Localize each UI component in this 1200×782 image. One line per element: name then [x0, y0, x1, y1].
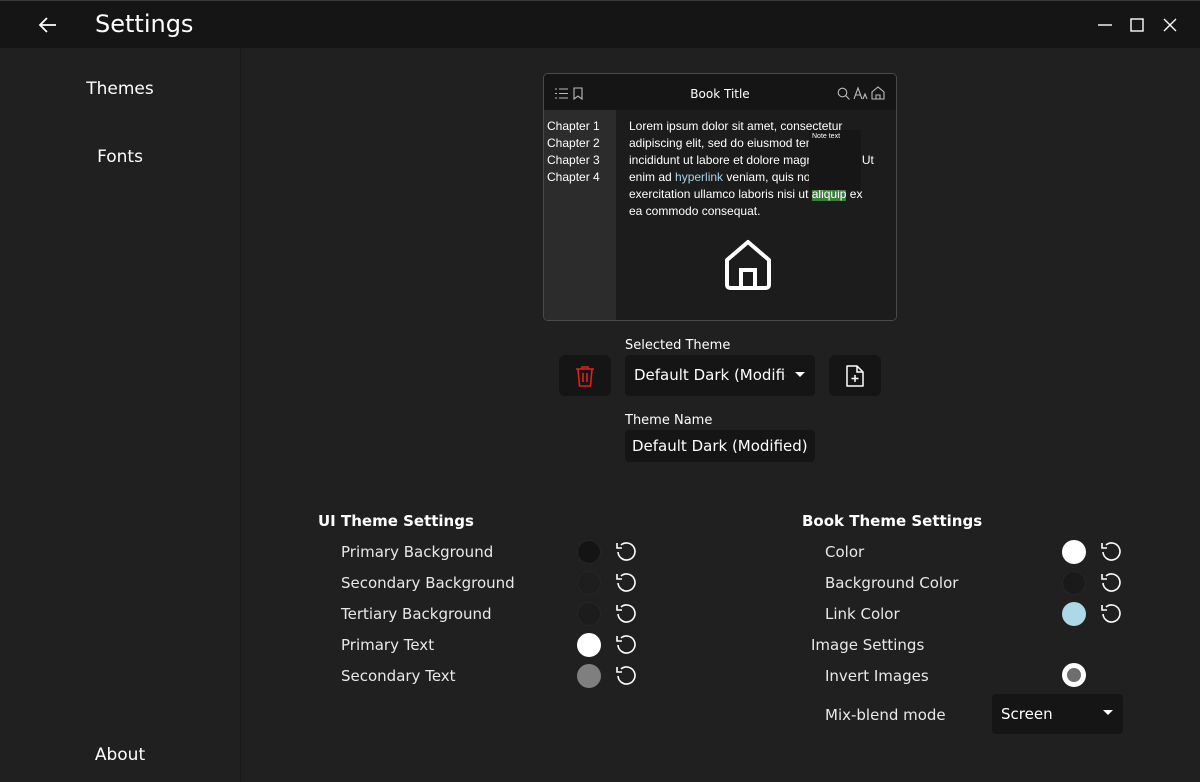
chapter-item: Chapter 4 — [547, 170, 600, 184]
new-theme-button[interactable] — [829, 355, 881, 396]
secondary-text-label: Secondary Text — [341, 667, 456, 685]
invert-images-label: Invert Images — [825, 667, 929, 685]
reset-icon — [616, 542, 636, 561]
maximize-icon — [1130, 18, 1144, 32]
tertiary-background-label: Tertiary Background — [341, 605, 492, 623]
home-icon — [871, 86, 885, 100]
sidebar-item-themes[interactable]: Themes — [0, 79, 240, 99]
home-icon — [725, 240, 771, 290]
sidebar-item-about[interactable]: About — [0, 745, 240, 765]
primary-background-swatch[interactable] — [577, 540, 601, 564]
mix-blend-mode-value: Screen — [1001, 705, 1053, 723]
theme-name-input[interactable]: Default Dark (Modified) — [625, 430, 815, 462]
primary-text-swatch[interactable] — [577, 633, 601, 657]
preview-note-popup: Note text — [809, 130, 861, 190]
preview-chapter-list: Chapter 1 Chapter 2 Chapter 3 Chapter 4 — [544, 110, 616, 320]
theme-select-value: Default Dark (Modified) — [634, 366, 786, 384]
tertiary-background-swatch[interactable] — [577, 602, 601, 626]
reset-icon — [1101, 542, 1121, 561]
invert-images-toggle[interactable] — [1062, 663, 1086, 687]
window-title: Settings — [95, 10, 194, 38]
font-size-icon — [853, 86, 868, 100]
sidebar: Themes Fonts About — [0, 48, 241, 782]
reset-icon — [616, 666, 636, 685]
book-background-color-label: Background Color — [825, 574, 959, 592]
book-theme-settings-heading: Book Theme Settings — [802, 512, 983, 530]
reset-icon — [616, 635, 636, 654]
selected-theme-label: Selected Theme — [625, 338, 731, 353]
minimize-button[interactable] — [1093, 13, 1117, 37]
mix-blend-mode-select[interactable]: Screen — [992, 694, 1123, 734]
chapter-item: Chapter 3 — [547, 153, 600, 167]
reset-tertiary-background-button[interactable] — [614, 602, 638, 626]
trash-icon — [576, 365, 594, 387]
back-button[interactable] — [34, 11, 62, 39]
reset-book-background-color-button[interactable] — [1099, 571, 1123, 595]
close-icon — [1163, 18, 1177, 32]
reset-secondary-text-button[interactable] — [614, 664, 638, 688]
preview-toolbar: Book Title — [544, 74, 896, 110]
book-background-color-swatch[interactable] — [1062, 571, 1086, 595]
link-color-swatch[interactable] — [1062, 602, 1086, 626]
preview-content: Lorem ipsum dolor sit amet, consectetur … — [616, 110, 896, 320]
secondary-background-label: Secondary Background — [341, 574, 515, 592]
reset-secondary-background-button[interactable] — [614, 571, 638, 595]
maximize-button[interactable] — [1125, 13, 1149, 37]
reset-icon — [1101, 604, 1121, 623]
preview-hyperlink: hyperlink — [675, 170, 724, 184]
search-icon — [837, 87, 850, 100]
reset-icon — [1101, 573, 1121, 592]
theme-select[interactable]: Default Dark (Modified) — [625, 355, 815, 396]
toggle-indicator — [1067, 668, 1081, 682]
chapter-item: Chapter 1 — [547, 119, 600, 133]
book-color-swatch[interactable] — [1062, 540, 1086, 564]
sidebar-item-fonts[interactable]: Fonts — [0, 147, 240, 167]
chevron-down-icon — [795, 372, 805, 377]
primary-text-label: Primary Text — [341, 636, 435, 654]
mix-blend-mode-label: Mix-blend mode — [825, 706, 946, 724]
reset-icon — [616, 604, 636, 623]
arrow-left-icon — [38, 17, 56, 33]
book-color-label: Color — [825, 543, 865, 561]
ui-theme-settings-heading: UI Theme Settings — [318, 512, 474, 530]
close-button[interactable] — [1158, 13, 1182, 37]
reset-primary-text-button[interactable] — [614, 633, 638, 657]
file-add-icon — [846, 364, 864, 387]
theme-name-label: Theme Name — [625, 413, 713, 428]
reset-book-color-button[interactable] — [1099, 540, 1123, 564]
secondary-background-swatch[interactable] — [577, 571, 601, 595]
image-settings-label: Image Settings — [811, 636, 925, 654]
secondary-text-swatch[interactable] — [577, 664, 601, 688]
link-color-label: Link Color — [825, 605, 900, 623]
minimize-icon — [1098, 24, 1112, 26]
chapter-item: Chapter 2 — [547, 136, 600, 150]
theme-preview: Book Title Chapter 1 Chapter 2 Chapter 3… — [543, 73, 897, 321]
chevron-down-icon — [1103, 710, 1113, 715]
reset-icon — [616, 573, 636, 592]
reset-primary-background-button[interactable] — [614, 540, 638, 564]
delete-theme-button[interactable] — [559, 355, 611, 396]
title-bar: Settings — [0, 0, 1200, 48]
primary-background-label: Primary Background — [341, 543, 494, 561]
reset-link-color-button[interactable] — [1099, 602, 1123, 626]
